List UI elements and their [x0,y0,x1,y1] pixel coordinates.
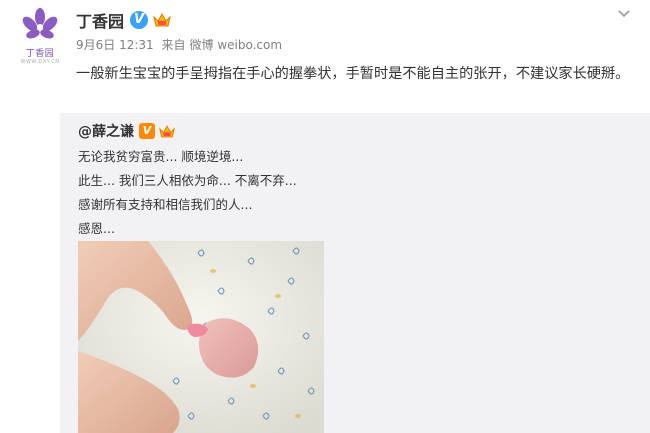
repost-header: @薛之谦 V [78,121,176,141]
post-source[interactable]: 微博 weibo.com [190,38,283,52]
author-name[interactable]: 丁香园 [76,8,124,32]
post-header: 丁香园 V [76,8,172,32]
post-time[interactable]: 9月6日 12:31 [76,38,154,52]
repost-author[interactable]: @薛之谦 [78,121,134,141]
post-photo[interactable] [78,241,324,433]
verified-badge-icon[interactable]: V [130,11,149,29]
source-prefix: 来自 [161,38,186,52]
avatar-caption: 丁香园 WWW.DXY.CN [20,49,60,65]
post-meta: 9月6日 12:31 来自 微博 weibo.com [76,36,282,53]
repost-line: 此生... 我们三人相依为命... 不离不弃... [78,173,297,188]
post-text: 一般新生宝宝的手呈拇指在手心的握拳状，手暂时是不能自主的张开，不建议家长硬掰。 [76,66,630,82]
repost-text: 无论我贫穷富贵... 顺境逆境... 此生... 我们三人相依为命... 不离不… [78,145,297,241]
verified-orange-badge-icon[interactable]: V [139,123,155,139]
weibo-post: 丁香园 WWW.DXY.CN 丁香园 V 9月6日 12:31 来自 微博 wei… [0,0,650,433]
baby-hand-photo [78,241,324,433]
repost-line: 感谢所有支持和相信我们的人... [78,197,253,212]
repost-line: 无论我贫穷富贵... 顺境逆境... [78,149,244,164]
vip-crown-icon[interactable] [152,12,172,28]
repost-card: @薛之谦 V 无论我贫穷富贵... 顺境逆境... 此生... 我们三人相依为命… [60,113,650,433]
lilac-logo-icon [22,8,58,39]
chevron-down-icon[interactable] [616,6,632,22]
vip-crown-icon[interactable] [158,124,176,139]
repost-line: 感恩... [78,221,115,236]
